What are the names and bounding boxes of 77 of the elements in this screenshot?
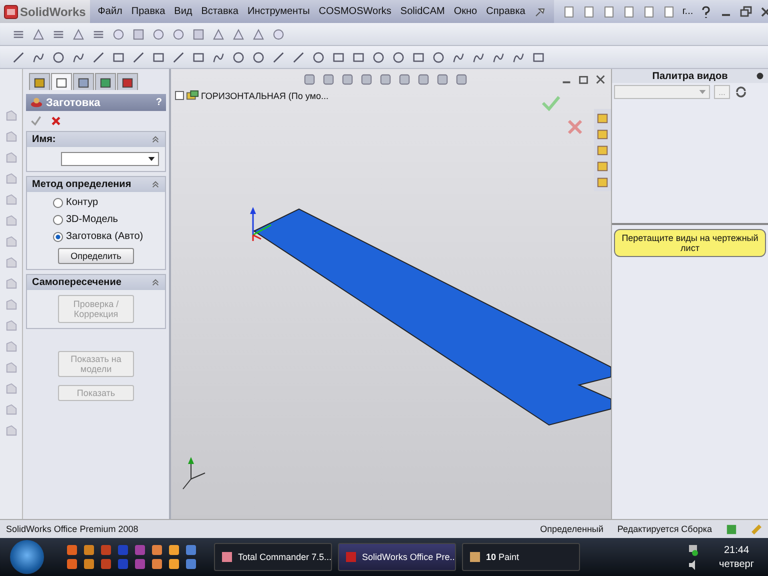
app-icon xyxy=(469,551,481,563)
caret-icon xyxy=(699,90,706,94)
panel-tab[interactable] xyxy=(95,73,116,90)
section-title: Самопересечение xyxy=(32,277,122,288)
menu-item[interactable]: Вид xyxy=(174,6,192,17)
menu-item[interactable]: COSMOSWorks xyxy=(318,6,392,17)
launcher-icon[interactable] xyxy=(66,544,78,556)
panel-tab[interactable] xyxy=(29,73,50,90)
app-icon xyxy=(345,551,357,563)
app-logo[interactable]: SolidWorks xyxy=(0,0,90,23)
radio-label[interactable]: Контур xyxy=(66,197,98,208)
menu-item[interactable]: SolidCAM xyxy=(400,6,445,17)
launcher-icon[interactable] xyxy=(168,544,180,556)
expand-icon[interactable] xyxy=(175,91,184,100)
launcher-icon[interactable] xyxy=(100,558,112,570)
collapse-icon[interactable] xyxy=(151,135,160,144)
define-button[interactable]: Определить xyxy=(58,248,134,264)
status-text: Редактируется Сборка xyxy=(617,524,712,534)
radio-label[interactable]: 3D-Модель xyxy=(66,214,118,225)
checkmark-icon[interactable] xyxy=(30,115,42,127)
checkmark-icon[interactable] xyxy=(541,95,561,111)
pin-icon[interactable] xyxy=(756,72,764,80)
panel-tab[interactable] xyxy=(73,73,94,90)
launcher-icon[interactable] xyxy=(83,544,95,556)
launcher-icon[interactable] xyxy=(151,544,163,556)
document-title: г... xyxy=(682,6,694,17)
menu-item[interactable]: Файл xyxy=(98,6,122,17)
panel-tab[interactable] xyxy=(117,73,138,90)
taskbar-window-button[interactable]: 10 Paint xyxy=(462,543,580,571)
logo-icon xyxy=(4,4,18,18)
section-title: Метод определения xyxy=(32,179,132,190)
radio-button[interactable] xyxy=(53,198,63,208)
launcher-icon[interactable] xyxy=(185,544,197,556)
pin-icon[interactable] xyxy=(534,6,546,18)
launcher-icon[interactable] xyxy=(151,558,163,570)
status-text: SolidWorks Office Premium 2008 xyxy=(6,524,138,534)
restore-icon[interactable] xyxy=(577,73,590,86)
clock-time[interactable]: 21:44 xyxy=(724,544,750,556)
status-text: Определенный xyxy=(540,524,604,534)
menu-item[interactable]: Окно xyxy=(454,6,478,17)
menu-item[interactable]: Правка xyxy=(131,6,166,17)
start-button[interactable] xyxy=(10,540,44,574)
corner-axis-drawing xyxy=(182,457,206,490)
launcher-icon[interactable] xyxy=(83,558,95,570)
radio-button[interactable] xyxy=(53,232,63,242)
app-icon xyxy=(221,551,233,563)
caret-icon xyxy=(148,157,155,161)
collapse-icon[interactable] xyxy=(151,180,160,189)
app-name: SolidWorks xyxy=(20,4,86,18)
axis-triad-drawing xyxy=(250,207,272,242)
new-document-icon[interactable] xyxy=(562,4,576,18)
launcher-icon[interactable] xyxy=(185,558,197,570)
panel-tab[interactable] xyxy=(51,73,72,90)
collapse-icon[interactable] xyxy=(151,278,160,287)
launcher-icon[interactable] xyxy=(66,558,78,570)
menu-item[interactable]: Инструменты xyxy=(247,6,310,17)
menu-item[interactable]: Справка xyxy=(486,6,526,17)
radio-button[interactable] xyxy=(53,214,63,224)
close-icon[interactable] xyxy=(594,73,607,86)
panel-title: Заготовка xyxy=(46,96,100,108)
launcher-icon[interactable] xyxy=(168,558,180,570)
restore-icon[interactable] xyxy=(739,4,754,18)
section-title: Имя: xyxy=(32,134,56,145)
tree-item-label[interactable]: ГОРИЗОНТАЛЬНАЯ (По умо... xyxy=(201,90,328,100)
radio-label[interactable]: Заготовка (Авто) xyxy=(66,231,144,242)
menu-item[interactable]: Вставка xyxy=(201,6,238,17)
refresh-icon[interactable] xyxy=(734,85,748,99)
hint-balloon: Перетащите виды на чертежный лист xyxy=(614,229,766,257)
name-dropdown[interactable] xyxy=(61,152,159,166)
assembly-icon xyxy=(186,89,199,102)
taskbar-window-button[interactable]: Total Commander 7.5... xyxy=(214,543,332,571)
task-pane-title: Палитра видов xyxy=(652,70,728,82)
close-icon[interactable] xyxy=(50,115,62,127)
network-icon[interactable] xyxy=(687,544,699,556)
taskbar-window-button[interactable]: SolidWorks Office Pre... xyxy=(338,543,456,571)
stock-icon xyxy=(30,96,43,109)
clock-day[interactable]: четверг xyxy=(719,558,754,570)
